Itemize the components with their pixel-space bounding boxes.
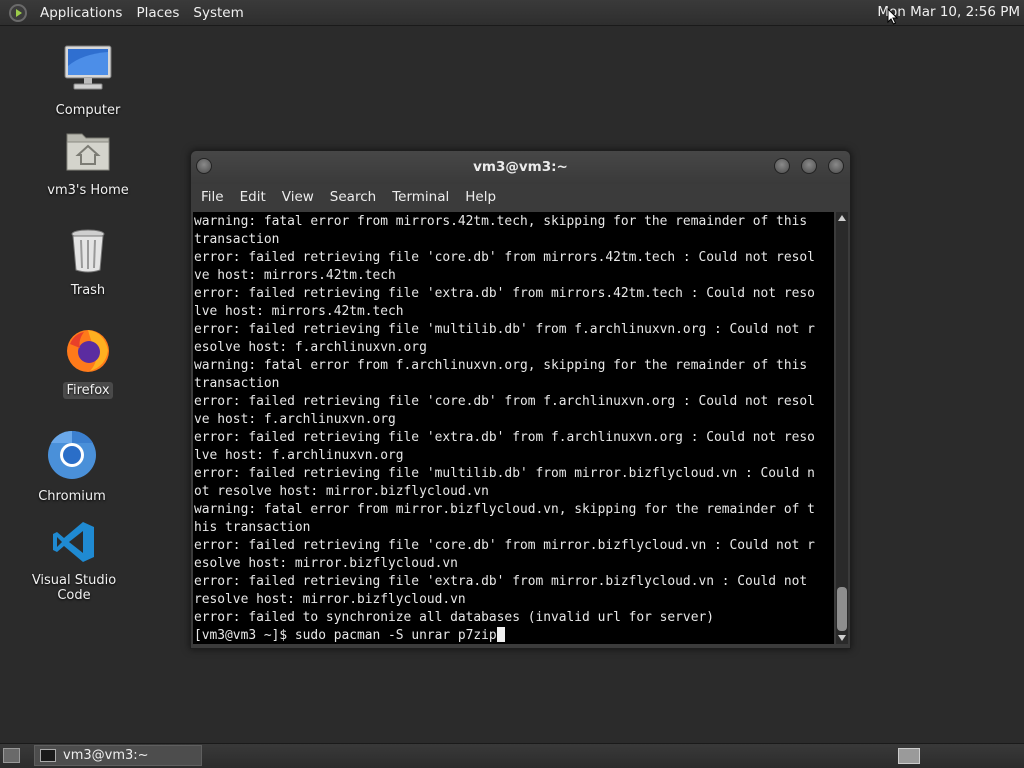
- terminal-line: esolve host: f.archlinuxvn.org: [194, 340, 427, 355]
- panel-clock[interactable]: Mon Mar 10, 2:56 PM: [877, 4, 1020, 20]
- terminal-line: his transaction: [194, 520, 311, 535]
- terminal-line: error: failed to synchronize all databas…: [194, 610, 714, 625]
- desktop-icon-trash[interactable]: Trash: [28, 228, 148, 299]
- terminal-prompt: [vm3@vm3 ~]$: [194, 628, 295, 643]
- terminal-line: error: failed retrieving file 'extra.db'…: [194, 574, 808, 589]
- terminal-line: error: failed retrieving file 'extra.db'…: [194, 430, 815, 445]
- workspace-switcher[interactable]: [898, 748, 920, 764]
- trash-icon: [71, 229, 105, 273]
- desktop-icon-computer[interactable]: Computer: [28, 44, 148, 119]
- menu-edit[interactable]: Edit: [232, 189, 274, 205]
- computer-icon: [64, 45, 112, 90]
- mouse-cursor-icon: [887, 8, 898, 25]
- desktop-icon-firefox[interactable]: Firefox: [28, 326, 148, 399]
- desktop-icon-label: Visual Studio Code: [31, 573, 117, 603]
- desktop-icon-label: Computer: [55, 103, 121, 118]
- terminal-line: esolve host: mirror.bizflycloud.vn: [194, 556, 458, 571]
- terminal-line: ve host: f.archlinuxvn.org: [194, 412, 396, 427]
- desktop-icon-chromium[interactable]: Chromium: [12, 430, 132, 505]
- window-title: vm3@vm3:~: [473, 159, 568, 175]
- main-menu-logo-icon[interactable]: [9, 3, 27, 22]
- window-menu-button[interactable]: [196, 158, 212, 174]
- desktop-icon-label: vm3's Home: [47, 183, 129, 198]
- terminal-command-input[interactable]: sudo pacman -S unrar p7zip: [295, 628, 497, 643]
- top-panel: Applications Places System Mon Mar 10, 2…: [0, 0, 1024, 26]
- terminal-line: warning: fatal error from mirror.bizflyc…: [194, 502, 815, 517]
- places-menu[interactable]: Places: [129, 5, 186, 21]
- menu-help[interactable]: Help: [457, 189, 504, 205]
- system-menu[interactable]: System: [186, 5, 250, 21]
- terminal-line: error: failed retrieving file 'core.db' …: [194, 394, 815, 409]
- terminal-icon: [40, 749, 56, 762]
- desktop-icon-label: Firefox: [63, 382, 113, 399]
- terminal-scrollbar[interactable]: [836, 212, 848, 644]
- terminal-line: error: failed retrieving file 'extra.db'…: [194, 286, 815, 301]
- terminal-window[interactable]: vm3@vm3:~ File Edit View Search Terminal…: [190, 150, 851, 649]
- applications-menu[interactable]: Applications: [33, 5, 129, 21]
- taskbar-item-label: vm3@vm3:~: [63, 748, 149, 763]
- scroll-up-arrow-icon[interactable]: [838, 215, 846, 221]
- show-desktop-icon[interactable]: [3, 748, 20, 763]
- chromium-icon: [48, 430, 96, 479]
- terminal-line: warning: fatal error from f.archlinuxvn.…: [194, 358, 808, 373]
- terminal-cursor: [496, 627, 505, 642]
- menu-file[interactable]: File: [193, 189, 232, 205]
- terminal-menubar: File Edit View Search Terminal Help: [191, 184, 850, 210]
- terminal-line: error: failed retrieving file 'core.db' …: [194, 538, 815, 553]
- terminal-line: resolve host: mirror.bizflycloud.vn: [194, 592, 466, 607]
- menu-search[interactable]: Search: [322, 189, 384, 205]
- firefox-icon: [67, 330, 109, 372]
- menu-terminal[interactable]: Terminal: [384, 189, 457, 205]
- close-button[interactable]: [828, 158, 844, 174]
- menu-view[interactable]: View: [274, 189, 322, 205]
- terminal-line: ve host: mirrors.42tm.tech: [194, 268, 396, 283]
- terminal-output[interactable]: warning: fatal error from mirrors.42tm.t…: [193, 212, 834, 644]
- vscode-icon: [53, 522, 94, 562]
- terminal-line: error: failed retrieving file 'core.db' …: [194, 250, 815, 265]
- terminal-line: warning: fatal error from mirrors.42tm.t…: [194, 214, 808, 229]
- maximize-button[interactable]: [801, 158, 817, 174]
- scrollbar-thumb[interactable]: [837, 587, 847, 631]
- terminal-line: transaction: [194, 376, 280, 391]
- terminal-line: error: failed retrieving file 'multilib.…: [194, 466, 815, 481]
- terminal-line: lve host: mirrors.42tm.tech: [194, 304, 404, 319]
- taskbar-item-terminal[interactable]: vm3@vm3:~: [34, 745, 202, 766]
- terminal-line: ot resolve host: mirror.bizflycloud.vn: [194, 484, 489, 499]
- bottom-panel: vm3@vm3:~: [0, 743, 1024, 768]
- desktop-icon-label: Chromium: [38, 489, 106, 504]
- window-titlebar[interactable]: vm3@vm3:~: [191, 151, 850, 184]
- terminal-line: lve host: f.archlinuxvn.org: [194, 448, 404, 463]
- desktop-icon-label: Trash: [70, 283, 106, 298]
- home-folder-icon: [66, 133, 110, 171]
- desktop-icon-vscode[interactable]: Visual Studio Code: [14, 520, 134, 604]
- minimize-button[interactable]: [774, 158, 790, 174]
- terminal-line: error: failed retrieving file 'multilib.…: [194, 322, 815, 337]
- terminal-line: transaction: [194, 232, 280, 247]
- desktop-icon-home[interactable]: vm3's Home: [28, 128, 148, 199]
- scroll-down-arrow-icon[interactable]: [838, 635, 846, 641]
